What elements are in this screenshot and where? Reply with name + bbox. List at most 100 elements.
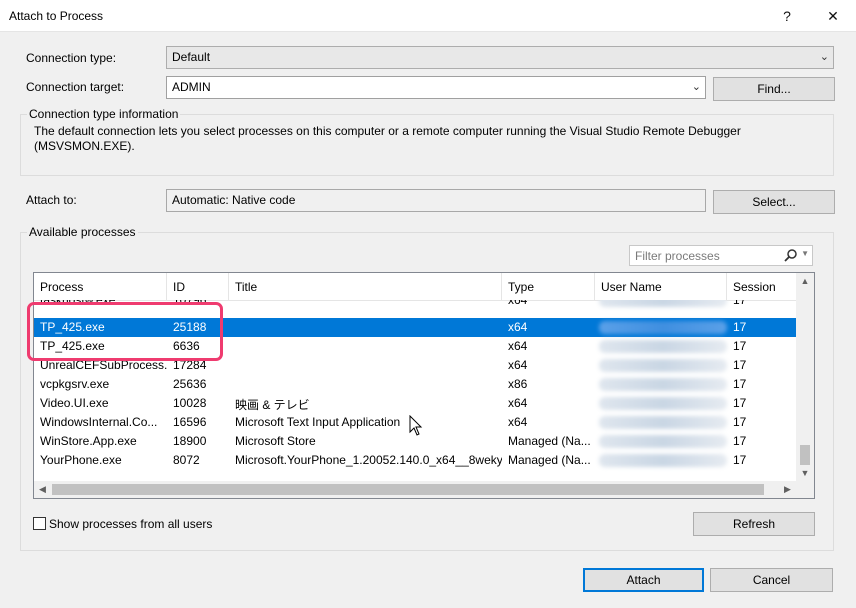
process-title xyxy=(229,300,502,310)
process-type: x64 xyxy=(508,339,528,353)
process-session: 17 xyxy=(733,434,747,448)
column-header-process[interactable]: Process xyxy=(34,273,167,301)
connection-type-dropdown[interactable]: Default ⌄ xyxy=(166,46,834,69)
process-type: x64 xyxy=(508,415,528,429)
process-session: 17 xyxy=(733,339,747,353)
process-list[interactable]: Process ID Title Type User Name Session … xyxy=(33,272,815,499)
user-name-redacted xyxy=(599,300,727,307)
table-row[interactable]: Video.UI.exe 10028 映画 & テレビ x64 17 xyxy=(34,394,796,413)
user-name-redacted xyxy=(599,321,727,334)
attach-button[interactable]: Attach xyxy=(583,568,704,592)
process-id: 25188 xyxy=(173,320,207,334)
process-id: 25636 xyxy=(173,377,207,391)
process-session: 17 xyxy=(733,358,747,372)
cancel-button[interactable]: Cancel xyxy=(710,568,833,592)
process-title xyxy=(229,375,502,394)
column-header-type[interactable]: Type xyxy=(502,273,595,301)
user-name-redacted xyxy=(599,340,727,353)
process-session: 17 xyxy=(733,377,747,391)
process-type: Managed (Na... xyxy=(508,453,591,467)
connection-info-text: The default connection lets you select p… xyxy=(34,124,741,153)
process-name: WindowsInternal.Co... xyxy=(40,415,158,429)
scroll-corner xyxy=(796,481,814,498)
filter-processes-input[interactable]: Filter processes ▼ xyxy=(629,245,813,266)
process-session: 17 xyxy=(733,300,747,307)
search-icon xyxy=(784,249,797,262)
column-header-title[interactable]: Title xyxy=(229,273,502,301)
process-name: UnrealCEFSubProcess... xyxy=(40,358,167,372)
vertical-scrollbar[interactable]: ▲ ▼ xyxy=(796,273,814,482)
scroll-down-icon[interactable]: ▼ xyxy=(796,465,814,482)
select-code-type-button[interactable]: Select... xyxy=(713,190,835,214)
table-row[interactable]: YourPhone.exe 8072 Microsoft.YourPhone_1… xyxy=(34,451,796,470)
connection-target-value: ADMIN xyxy=(172,80,211,94)
column-header-session[interactable]: Session xyxy=(727,273,796,301)
close-button[interactable]: ✕ xyxy=(810,0,856,32)
process-session: 17 xyxy=(733,453,747,467)
connection-info-title: Connection type information xyxy=(27,107,181,121)
process-name: YourPhone.exe xyxy=(40,453,122,467)
user-name-redacted xyxy=(599,435,727,448)
user-name-redacted xyxy=(599,416,727,429)
process-name: vcpkgsrv.exe xyxy=(40,377,110,391)
process-title xyxy=(229,318,502,337)
process-type: x64 xyxy=(508,396,528,410)
process-title: Microsoft Store xyxy=(235,434,316,448)
connection-target-label: Connection target: xyxy=(26,80,125,94)
scroll-up-icon[interactable]: ▲ xyxy=(796,273,814,290)
process-type: x64 xyxy=(508,320,528,334)
user-name-redacted xyxy=(599,397,727,410)
close-icon: ✕ xyxy=(827,7,839,24)
connection-target-combobox[interactable]: ADMIN ⌄ xyxy=(166,76,706,99)
table-row[interactable]: vcpkgsrv.exe 25636 x86 17 xyxy=(34,375,796,394)
filter-processes-placeholder: Filter processes xyxy=(635,249,720,263)
process-title xyxy=(229,356,502,375)
process-id: 18900 xyxy=(173,434,207,448)
vertical-scroll-thumb[interactable] xyxy=(800,445,810,465)
scroll-right-icon[interactable]: ▶ xyxy=(779,481,796,498)
process-title: Microsoft.YourPhone_1.20052.140.0_x64__8… xyxy=(235,453,502,467)
table-row-selected[interactable]: TP_425.exe 25188 x64 17 xyxy=(34,318,796,337)
process-type: Managed (Na... xyxy=(508,434,591,448)
table-row[interactable]: TP_425.exe 6636 x64 17 xyxy=(34,337,796,356)
process-id: 16596 xyxy=(173,415,207,429)
process-name: TP_425.exe xyxy=(40,339,105,353)
process-name: WinStore.App.exe xyxy=(40,434,137,448)
refresh-button[interactable]: Refresh xyxy=(693,512,815,536)
window-title: Attach to Process xyxy=(9,9,104,23)
process-name: taskhostw.exe xyxy=(40,300,116,307)
attach-to-value: Automatic: Native code xyxy=(172,193,296,207)
chevron-down-icon: ⌄ xyxy=(819,51,829,63)
process-list-header: Process ID Title Type User Name Session xyxy=(34,273,796,301)
horizontal-scrollbar[interactable]: ◀ ▶ xyxy=(34,481,796,498)
user-name-redacted xyxy=(599,378,727,391)
column-header-user-name[interactable]: User Name xyxy=(595,273,727,301)
table-row[interactable]: UnrealCEFSubProcess... 17284 x64 17 xyxy=(34,356,796,375)
process-title: Microsoft Text Input Application xyxy=(235,415,401,429)
chevron-down-icon: ⌄ xyxy=(691,81,701,93)
show-all-users-label[interactable]: Show processes from all users xyxy=(49,517,212,531)
scroll-left-icon[interactable]: ◀ xyxy=(34,481,51,498)
process-name: Video.UI.exe xyxy=(40,396,109,410)
table-row[interactable]: taskhostw.exe 10796 x64 17 xyxy=(34,300,796,310)
search-options-dropdown-icon[interactable]: ▼ xyxy=(801,249,809,258)
process-session: 17 xyxy=(733,320,747,334)
find-button-label: Find... xyxy=(757,82,791,96)
select-button-label: Select... xyxy=(752,195,796,209)
column-header-id[interactable]: ID xyxy=(167,273,229,301)
mouse-cursor-icon xyxy=(409,415,423,436)
process-id: 10028 xyxy=(173,396,207,410)
horizontal-scroll-thumb[interactable] xyxy=(52,484,764,495)
refresh-button-label: Refresh xyxy=(732,517,776,531)
help-button[interactable]: ? xyxy=(764,0,810,32)
show-all-users-checkbox[interactable] xyxy=(33,517,46,530)
attach-button-label: Attach xyxy=(626,573,661,587)
process-type: x64 xyxy=(508,358,528,372)
process-id: 6636 xyxy=(173,339,200,353)
find-button[interactable]: Find... xyxy=(713,77,835,101)
process-title: 映画 & テレビ xyxy=(235,398,310,412)
connection-type-value: Default xyxy=(172,50,211,64)
available-processes-title: Available processes xyxy=(27,225,138,239)
process-session: 17 xyxy=(733,415,747,429)
process-session: 17 xyxy=(733,396,747,410)
